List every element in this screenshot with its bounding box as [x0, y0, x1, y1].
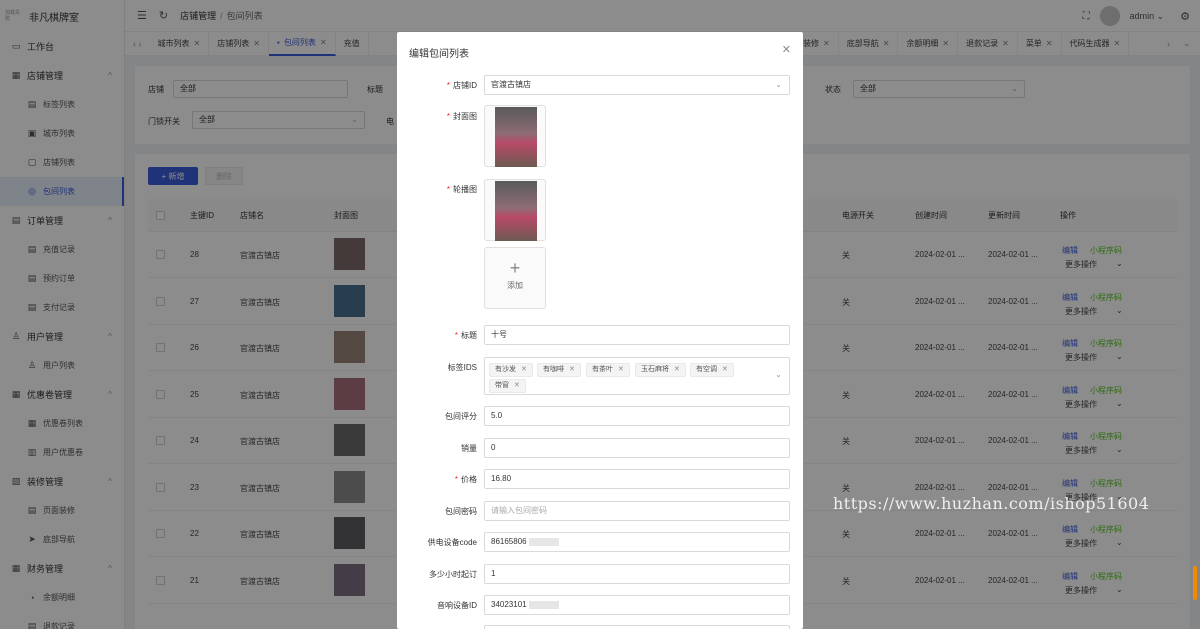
tag-label: 玉石麻将: [641, 366, 669, 373]
tag-label: 有咖啡: [543, 366, 564, 373]
cover-image[interactable]: [484, 105, 546, 167]
tag-chip: 有茶叶 ✕: [586, 363, 630, 377]
carousel-image[interactable]: [484, 179, 546, 241]
audio-id-label: 音响设备ID: [437, 601, 477, 610]
tag-chip: 玉石麻将 ✕: [635, 363, 686, 377]
carousel-upload-button[interactable]: + 添加: [484, 247, 546, 309]
min-hours-label: 多少小时起订: [429, 570, 477, 579]
close-icon[interactable]: ✕: [618, 366, 624, 373]
carousel-label: * 轮播图: [446, 185, 477, 194]
blurred-region: [528, 537, 559, 546]
next-input[interactable]: [484, 625, 790, 629]
title-input[interactable]: 十号: [484, 325, 790, 345]
cover-photo: [495, 107, 537, 167]
rating-label: 包间评分: [445, 412, 477, 421]
cover-label: * 封面图: [446, 112, 477, 121]
modal-title: 编辑包间列表: [409, 49, 469, 60]
scroll-indicator[interactable]: [1193, 566, 1197, 600]
watermark: https://www.huzhan.com/ishop51604: [833, 494, 1150, 513]
shop-id-label: * 店铺ID: [446, 81, 477, 90]
price-label: * 价格: [454, 475, 477, 484]
audio-id-input[interactable]: 34023101: [484, 595, 790, 615]
chevron-down-icon: ⌄: [775, 370, 782, 379]
tag-chip: 有沙发 ✕: [489, 363, 533, 377]
power-code-input[interactable]: 86165806: [484, 532, 790, 552]
tag-label: 有空调: [696, 366, 717, 373]
sales-input[interactable]: 0: [484, 438, 790, 458]
close-icon[interactable]: ✕: [674, 366, 680, 373]
edit-room-modal: 编辑包间列表 ✕ * 店铺ID 官渡古镇店 ⌄ * 封面图 * 轮播图 + 添加 * 标题…: [397, 32, 803, 629]
tag-label: 有沙发: [495, 366, 516, 373]
carousel-photo: [495, 181, 537, 241]
power-code-label: 供电设备code: [427, 538, 477, 547]
plus-icon: +: [509, 258, 521, 278]
min-hours-input[interactable]: 1: [484, 564, 790, 584]
tags-label: 标签IDS: [447, 363, 477, 372]
password-input[interactable]: 请输入包间密码: [484, 501, 790, 521]
price-input[interactable]: 16.80: [484, 469, 790, 489]
shop-id-value: 官渡古镇店: [491, 80, 531, 89]
close-icon[interactable]: ✕: [514, 382, 520, 389]
title-label: * 标题: [454, 331, 477, 340]
shop-id-select[interactable]: 官渡古镇店 ⌄: [484, 75, 790, 95]
close-icon[interactable]: ✕: [722, 366, 728, 373]
power-code-value: 86165806: [491, 537, 527, 546]
tag-chip: 带窗 ✕: [489, 379, 526, 393]
chevron-down-icon: ⌄: [775, 80, 782, 89]
tag-label: 有茶叶: [592, 366, 613, 373]
tag-chip: 有空调 ✕: [690, 363, 734, 377]
password-label: 包间密码: [445, 507, 477, 516]
tag-label: 带窗: [495, 382, 509, 389]
close-icon[interactable]: ✕: [521, 366, 527, 373]
sales-label: 销量: [461, 444, 477, 453]
close-icon[interactable]: ✕: [782, 43, 791, 56]
audio-id-value: 34023101: [491, 600, 527, 609]
close-icon[interactable]: ✕: [569, 366, 575, 373]
blurred-region: [528, 600, 559, 609]
upload-label: 添加: [507, 281, 523, 290]
tag-chip: 有咖啡 ✕: [537, 363, 581, 377]
tags-select[interactable]: 有沙发 ✕ 有咖啡 ✕ 有茶叶 ✕ 玉石麻将 ✕ 有空调 ✕ 带窗 ✕ ⌄: [484, 357, 790, 395]
rating-input[interactable]: 5.0: [484, 406, 790, 426]
